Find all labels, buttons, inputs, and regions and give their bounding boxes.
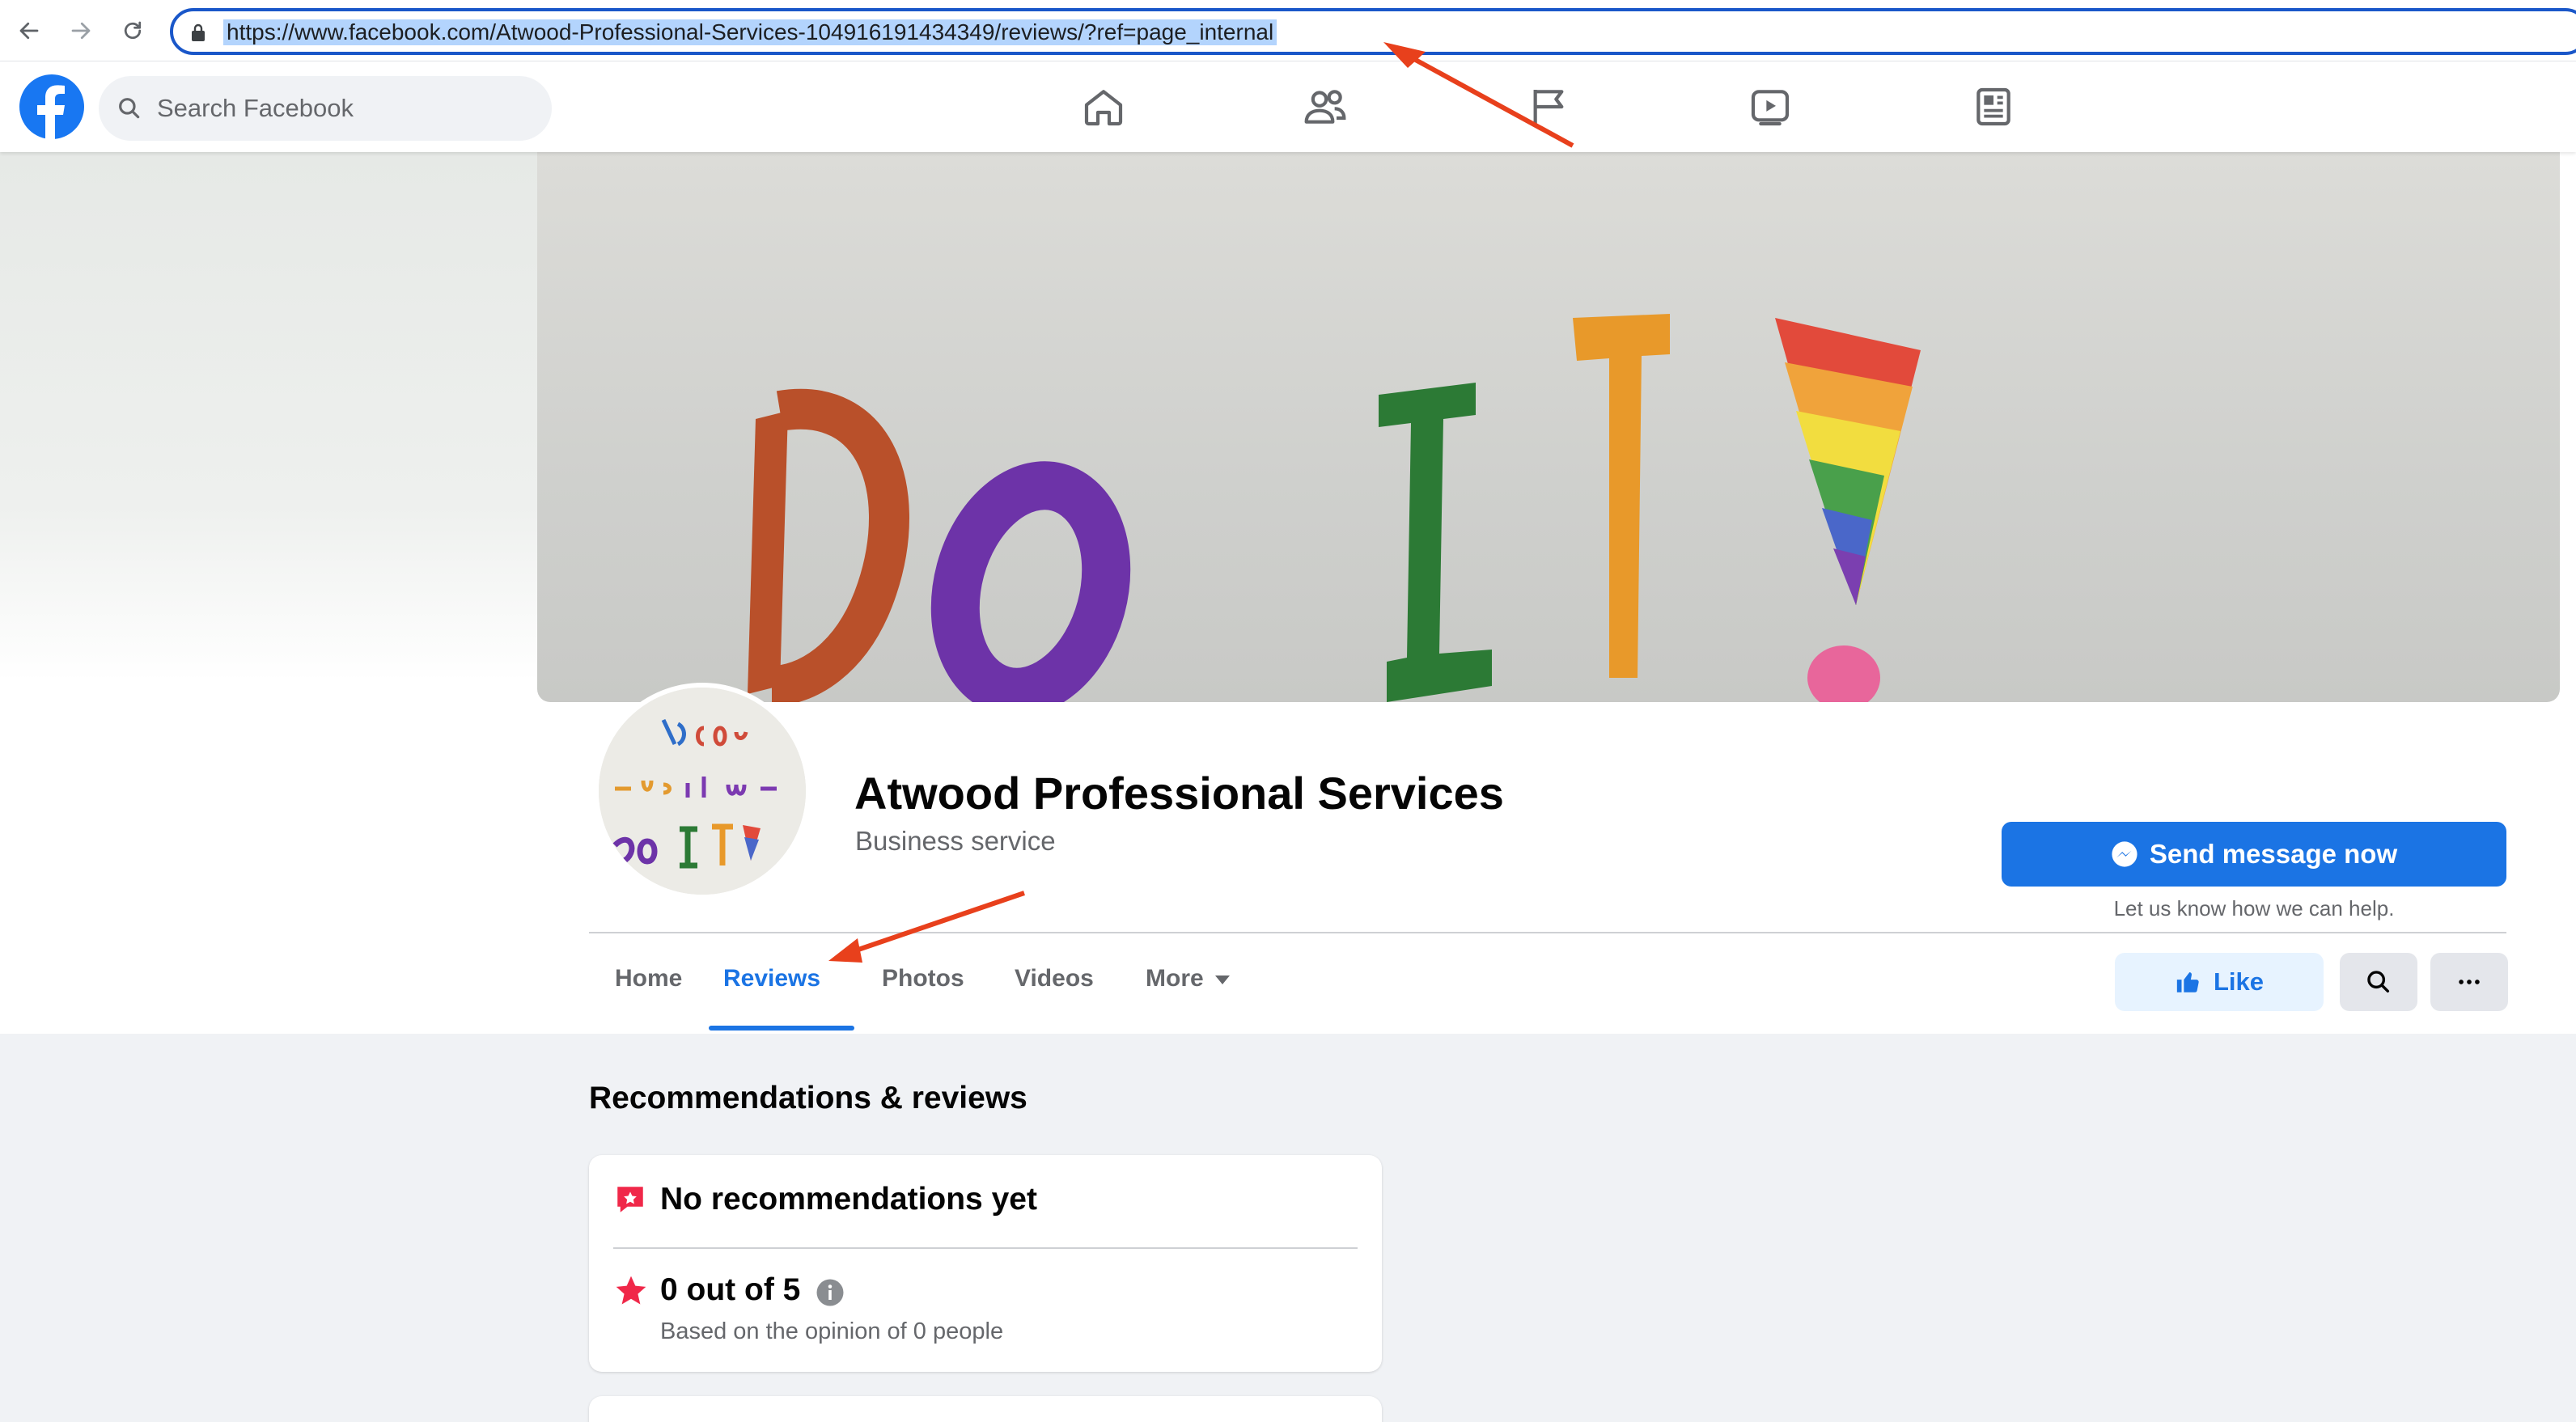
lock-icon: [192, 23, 205, 41]
tab-more-label: More: [1146, 965, 1204, 992]
page-category: Business service: [855, 826, 1056, 856]
watch-icon[interactable]: [1743, 79, 1798, 134]
thumbs-up-icon: [2176, 971, 2199, 992]
address-bar[interactable]: https://www.facebook.com/Atwood-Professi…: [170, 8, 2576, 55]
tab-more[interactable]: More: [1146, 963, 1230, 995]
url-text[interactable]: https://www.facebook.com/Atwood-Professi…: [223, 19, 1277, 45]
like-button[interactable]: Like: [2115, 953, 2324, 1011]
page-search-button[interactable]: [2340, 953, 2417, 1011]
no-recommendations-text: No recommendations yet: [660, 1182, 1037, 1217]
recommendations-card: No recommendations yet 0 out of 5 Based …: [589, 1155, 1382, 1372]
browser-toolbar: https://www.facebook.com/Atwood-Professi…: [0, 0, 2576, 61]
forward-icon[interactable]: [65, 15, 97, 47]
reload-icon[interactable]: [117, 15, 149, 47]
rating-subtext: Based on the opinion of 0 people: [660, 1318, 1004, 1344]
chevron-down-icon: [1214, 975, 1230, 984]
send-message-label: Send message now: [2149, 839, 2398, 869]
page-header: Atwood Professional Services Business se…: [537, 152, 2576, 1034]
search-icon: [2367, 971, 2390, 993]
tab-reviews[interactable]: Reviews: [723, 963, 820, 995]
more-options-button[interactable]: [2430, 953, 2508, 1011]
friends-icon[interactable]: [1298, 79, 1353, 134]
home-icon[interactable]: [1076, 79, 1131, 134]
tab-videos[interactable]: Videos: [1015, 963, 1094, 995]
ellipsis-icon: [2459, 980, 2480, 984]
news-icon[interactable]: [1966, 79, 2021, 134]
active-tab-indicator: [709, 1026, 854, 1031]
search-placeholder: Search Facebook: [157, 94, 354, 122]
messenger-icon: [2112, 841, 2137, 867]
header-divider: [589, 932, 2506, 933]
back-icon[interactable]: [13, 15, 45, 47]
search-icon: [119, 98, 140, 119]
tab-home[interactable]: Home: [615, 963, 682, 995]
pages-flag-icon[interactable]: [1521, 79, 1576, 134]
page-title: Atwood Professional Services: [854, 768, 1504, 819]
like-label: Like: [2213, 967, 2265, 996]
left-blank-area: [0, 152, 537, 1034]
card-divider: [613, 1247, 1358, 1249]
send-message-subtext: Let us know how we can help.: [2113, 896, 2395, 920]
search-input[interactable]: Search Facebook: [99, 76, 552, 141]
recommendation-icon: [617, 1187, 643, 1213]
section-title: Recommendations & reviews: [589, 1081, 1027, 1115]
cover-photo: [537, 152, 2560, 702]
rating-value: 0 out of 5: [660, 1272, 801, 1307]
next-card: [589, 1396, 1382, 1422]
star-icon: [616, 1276, 646, 1305]
page-profile-picture[interactable]: [594, 683, 811, 899]
tab-photos[interactable]: Photos: [882, 963, 964, 995]
facebook-logo-icon[interactable]: [19, 74, 84, 139]
info-icon[interactable]: [816, 1278, 845, 1307]
facebook-top-nav: Search Facebook: [0, 61, 2576, 152]
send-message-button[interactable]: Send message now: [2002, 822, 2506, 887]
